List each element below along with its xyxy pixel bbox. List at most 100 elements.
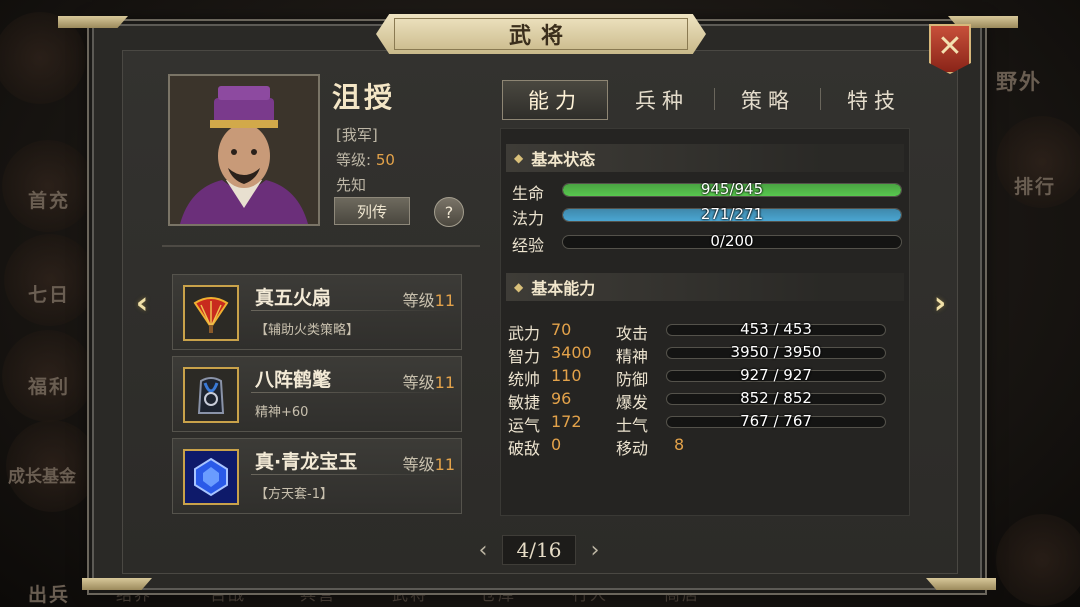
status-bar-row: 经验 0/200 [512, 232, 904, 255]
equipment-description: 精神+60 [255, 405, 309, 420]
tab-ability[interactable]: 能力 [502, 80, 608, 120]
bg-label-ranking[interactable]: 排行 [1014, 172, 1056, 199]
ability-row: 统帅 110 防御 927 / 927 [508, 366, 908, 389]
combat-stat-label: 防御 [616, 370, 649, 389]
equipment-name: 八阵鹤氅 [255, 369, 332, 391]
diamond-icon: ◆ [514, 151, 524, 165]
equipment-slot-gem[interactable]: 真·青龙宝玉 等级11 【方天套-1】 [172, 438, 462, 514]
attribute-value: 96 [551, 389, 572, 408]
equipment-level-label: 等级 [402, 455, 435, 474]
equipment-level-value: 11 [434, 373, 455, 392]
tab-separator [820, 88, 821, 110]
attribute-label: 运气 [508, 416, 541, 435]
tab-troop-type[interactable]: 兵种 [614, 80, 710, 120]
equipment-name: 真五火扇 [255, 287, 332, 309]
section-basic-status: ◆ 基本状态 [506, 144, 904, 172]
general-portrait [168, 74, 320, 226]
equipment-description: 【辅助火类策略】 [255, 323, 360, 338]
status-bar-row: 法力 271/271 [512, 205, 904, 228]
attribute-label: 敏捷 [508, 393, 541, 412]
pager-next-button[interactable]: › [586, 538, 604, 563]
gem-icon [183, 449, 239, 505]
attribute-value: 70 [551, 320, 572, 339]
attribute-label: 统帅 [508, 370, 541, 389]
attribute-value: 110 [551, 366, 582, 385]
equipment-slot-cloak[interactable]: 八阵鹤氅 等级11 精神+60 [172, 356, 462, 432]
frame-corner-ornament [82, 578, 152, 590]
general-level: 等级: 50 [336, 149, 395, 170]
combat-stat-value: 767 / 767 [740, 412, 812, 430]
bg-label-field[interactable]: 野外 [996, 66, 1042, 96]
status-bar-row: 生命 945/945 [512, 180, 904, 203]
equipment-level-value: 11 [434, 455, 455, 474]
section-basic-ability: ◆ 基本能力 [506, 273, 904, 301]
tab-special-skill[interactable]: 特技 [826, 80, 922, 120]
equipment-divider [251, 310, 451, 311]
equipment-description: 【方天套-1】 [255, 487, 333, 502]
equipment-divider [251, 474, 451, 475]
combat-stat-value: 852 / 852 [740, 389, 812, 407]
help-button[interactable]: ? [434, 197, 464, 227]
general-trait: 先知 [336, 176, 367, 194]
attribute-label: 破敌 [508, 439, 541, 458]
general-level-value: 50 [375, 151, 395, 169]
pager-indicator: 4/16 [502, 535, 576, 565]
tab-strategy[interactable]: 策略 [720, 80, 816, 120]
portrait-image [170, 76, 318, 224]
equipment-level-value: 11 [434, 291, 455, 310]
cloak-icon [183, 367, 239, 423]
combat-stat-label: 士气 [616, 416, 649, 435]
chevron-left-icon: ‹ [135, 285, 149, 321]
status-bar-value: 945/945 [700, 180, 764, 198]
attribute-value: 172 [551, 412, 582, 431]
status-bar-label: 法力 [512, 209, 545, 228]
attribute-label: 智力 [508, 347, 541, 366]
equipment-level: 等级11 [403, 287, 455, 311]
frame-corner-ornament [58, 16, 128, 28]
bg-label-growth-fund[interactable]: 成长基金 [8, 462, 76, 487]
equipment-level-label: 等级 [402, 291, 435, 310]
ability-row: 武力 70 攻击 453 / 453 [508, 320, 908, 343]
equipment-divider [251, 392, 451, 393]
section-title: 基本状态 [531, 150, 596, 169]
combat-stat-value: 453 / 453 [740, 320, 812, 338]
bg-label-seven-days[interactable]: 七日 [28, 280, 70, 307]
status-bar-label: 生命 [512, 184, 545, 203]
ability-row: 敏捷 96 爆发 852 / 852 [508, 389, 908, 412]
dialog-title: 武将 [508, 23, 573, 49]
pager-prev-button[interactable]: ‹ [474, 538, 492, 563]
attribute-value: 3400 [551, 343, 592, 362]
equipment-name: 真·青龙宝玉 [255, 451, 358, 473]
general-faction: [我军] [336, 126, 378, 144]
combat-stat-value: 927 / 927 [740, 366, 812, 384]
bg-label-welfare[interactable]: 福利 [28, 372, 70, 399]
section-title: 基本能力 [531, 279, 596, 298]
equipment-level: 等级11 [403, 369, 455, 393]
combat-stat-label: 移动 [616, 439, 649, 458]
equipment-level-label: 等级 [402, 373, 435, 392]
combat-stat-value: 3950 / 3950 [730, 343, 822, 361]
frame-corner-ornament [926, 578, 996, 590]
side-decoration [996, 514, 1080, 606]
next-general-arrow[interactable]: › [928, 285, 952, 321]
ability-row: 运气 172 士气 767 / 767 [508, 412, 908, 435]
equipment-slot-fan[interactable]: 真五火扇 等级11 【辅助火类策略】 [172, 274, 462, 350]
bg-label-dispatch[interactable]: 出兵 [28, 580, 70, 607]
close-icon: ✕ [937, 28, 963, 64]
tab-separator [714, 88, 715, 110]
status-bar-value: 271/271 [700, 205, 764, 223]
diamond-icon: ◆ [514, 280, 524, 294]
prev-general-arrow[interactable]: ‹ [130, 285, 154, 321]
combat-stat-label: 攻击 [616, 324, 649, 343]
general-pager: ‹ 4/16 › [474, 534, 604, 566]
ability-row: 智力 3400 精神 3950 / 3950 [508, 343, 908, 366]
equipment-level: 等级11 [403, 451, 455, 475]
status-bar-value: 0/200 [710, 232, 754, 250]
bg-label-first-charge[interactable]: 首充 [28, 186, 70, 213]
biography-button[interactable]: 列传 [334, 197, 410, 225]
general-name: 沮授 [332, 81, 397, 114]
combat-stat-value: 8 [674, 435, 685, 454]
combat-stat-label: 精神 [616, 347, 649, 366]
chevron-right-icon: › [933, 285, 947, 321]
title-banner: 武将 [376, 14, 706, 54]
